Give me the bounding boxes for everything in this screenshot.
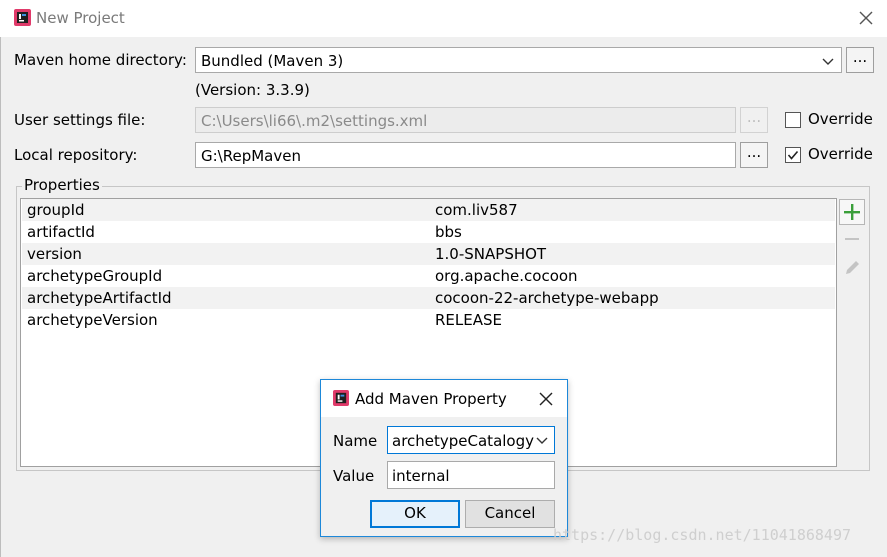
user-settings-override-label[interactable]: Override [808, 110, 873, 128]
maven-version-note: (Version: 3.3.9) [195, 81, 310, 99]
remove-property-button[interactable] [839, 227, 865, 253]
property-value: bbs [435, 223, 462, 241]
table-row[interactable]: archetypeArtifactId cocoon-22-archetype-… [22, 287, 835, 309]
property-key: archetypeArtifactId [27, 289, 172, 307]
table-row[interactable]: artifactId bbs [22, 221, 835, 243]
remove-icon [845, 238, 859, 240]
table-row[interactable]: archetypeVersion RELEASE [22, 309, 835, 331]
property-value: 1.0-SNAPSHOT [435, 245, 547, 263]
user-settings-field: C:\Users\li66\.m2\settings.xml [195, 107, 736, 133]
table-row[interactable]: groupId com.liv587 [22, 199, 835, 221]
property-key: artifactId [27, 223, 95, 241]
table-row[interactable]: version 1.0-SNAPSHOT [22, 243, 835, 265]
value-label: Value [333, 467, 375, 485]
property-value: cocoon-22-archetype-webapp [435, 289, 659, 307]
user-settings-browse-button: ... [740, 107, 768, 133]
local-repository-override-checkbox[interactable] [785, 147, 801, 163]
user-settings-override-checkbox[interactable] [785, 112, 801, 128]
intellij-logo-icon [14, 9, 31, 26]
add-icon [844, 204, 860, 220]
value-value: internal [392, 467, 450, 485]
checkmark-icon [787, 150, 799, 160]
close-icon[interactable] [538, 391, 554, 407]
value-field[interactable]: internal [387, 461, 555, 489]
chevron-down-icon [822, 58, 834, 65]
property-value: org.apache.cocoon [435, 267, 578, 285]
edit-property-button[interactable] [839, 255, 865, 281]
local-repository-browse-button[interactable]: ... [740, 142, 768, 168]
edit-icon [846, 261, 859, 274]
local-repository-field[interactable]: G:\RepMaven [195, 142, 736, 168]
property-value: RELEASE [435, 311, 502, 329]
property-key: groupId [27, 201, 85, 219]
maven-home-combo[interactable]: Bundled (Maven 3) [195, 47, 842, 73]
chevron-down-icon [536, 437, 548, 444]
table-row[interactable]: archetypeGroupId org.apache.cocoon [22, 265, 835, 287]
name-combo[interactable]: archetypeCatalogy [387, 426, 555, 454]
title-bar: New Project [0, 0, 887, 37]
maven-home-browse-button[interactable]: ... [846, 47, 874, 73]
dialog-title: Add Maven Property [355, 390, 507, 408]
ok-button[interactable]: OK [370, 500, 460, 528]
property-value: com.liv587 [435, 201, 518, 219]
property-key: version [27, 245, 82, 263]
local-repository-label: Local repository: [14, 146, 138, 164]
name-value: archetypeCatalogy [392, 432, 535, 450]
maven-home-value: Bundled (Maven 3) [201, 52, 344, 70]
maven-home-label: Maven home directory: [14, 51, 187, 69]
property-key: archetypeVersion [27, 311, 158, 329]
add-maven-property-dialog: Add Maven Property Name archetypeCatalog… [320, 379, 568, 537]
local-repository-value: G:\RepMaven [201, 147, 301, 165]
name-label: Name [333, 432, 378, 450]
user-settings-label: User settings file: [14, 111, 146, 129]
intellij-logo-icon [333, 390, 349, 406]
properties-toolbar [837, 198, 868, 467]
local-repository-override-label[interactable]: Override [808, 145, 873, 163]
add-property-button[interactable] [839, 199, 865, 225]
window-title: New Project [36, 9, 125, 27]
dialog-title-bar: Add Maven Property [321, 380, 567, 417]
close-icon[interactable] [857, 9, 875, 27]
property-key: archetypeGroupId [27, 267, 163, 285]
watermark-text: https://blog.csdn.net/11041868497 [553, 526, 852, 544]
properties-legend: Properties [22, 176, 102, 194]
cancel-button[interactable]: Cancel [465, 500, 555, 528]
user-settings-value: C:\Users\li66\.m2\settings.xml [201, 112, 428, 130]
